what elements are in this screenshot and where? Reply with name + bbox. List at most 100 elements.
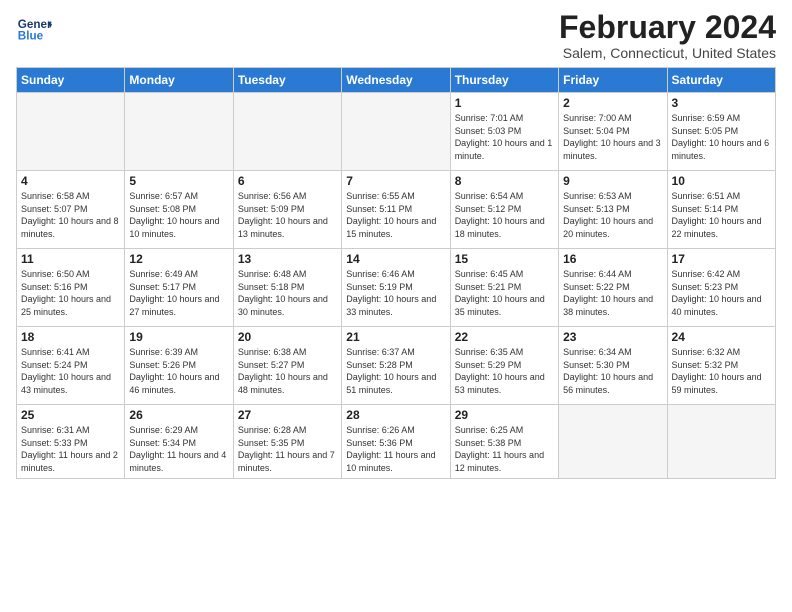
day-info: Sunrise: 6:41 AM Sunset: 5:24 PM Dayligh… <box>21 346 120 396</box>
table-row <box>17 93 125 171</box>
table-row: 28 Sunrise: 6:26 AM Sunset: 5:36 PM Dayli… <box>342 405 450 478</box>
header-friday: Friday <box>559 68 667 93</box>
weekday-header-row: Sunday Monday Tuesday Wednesday Thursday… <box>17 68 776 93</box>
day-info: Sunrise: 6:39 AM Sunset: 5:26 PM Dayligh… <box>129 346 228 396</box>
day-info: Sunrise: 6:55 AM Sunset: 5:11 PM Dayligh… <box>346 190 445 240</box>
table-row: 20 Sunrise: 6:38 AM Sunset: 5:27 PM Dayli… <box>233 327 341 405</box>
day-info: Sunrise: 6:26 AM Sunset: 5:36 PM Dayligh… <box>346 424 445 474</box>
day-info: Sunrise: 7:01 AM Sunset: 5:03 PM Dayligh… <box>455 112 554 162</box>
table-row: 22Sunrise: 6:35 AM Sunset: 5:29 PM Dayli… <box>450 327 558 405</box>
day-number: 16 <box>563 252 662 266</box>
day-number: 23 <box>563 330 662 344</box>
day-number: 25 <box>21 408 120 422</box>
table-row <box>342 93 450 171</box>
table-row: 19 Sunrise: 6:39 AM Sunset: 5:26 PM Dayli… <box>125 327 233 405</box>
day-info: Sunrise: 6:34 AM Sunset: 5:30 PM Dayligh… <box>563 346 662 396</box>
table-row: 29 Sunrise: 6:25 AM Sunset: 5:38 PM Dayli… <box>450 405 558 478</box>
table-row: 7 Sunrise: 6:55 AM Sunset: 5:11 PM Daylig… <box>342 171 450 249</box>
table-row: 8Sunrise: 6:54 AM Sunset: 5:12 PM Daylig… <box>450 171 558 249</box>
day-number: 2 <box>563 96 662 110</box>
day-info: Sunrise: 6:42 AM Sunset: 5:23 PM Dayligh… <box>672 268 771 318</box>
day-info: Sunrise: 7:00 AM Sunset: 5:04 PM Dayligh… <box>563 112 662 162</box>
table-row: 9 Sunrise: 6:53 AM Sunset: 5:13 PM Daylig… <box>559 171 667 249</box>
day-info: Sunrise: 6:46 AM Sunset: 5:19 PM Dayligh… <box>346 268 445 318</box>
day-number: 26 <box>129 408 228 422</box>
header-saturday: Saturday <box>667 68 775 93</box>
table-row: 3 Sunrise: 6:59 AM Sunset: 5:05 PM Daylig… <box>667 93 775 171</box>
day-info: Sunrise: 6:32 AM Sunset: 5:32 PM Dayligh… <box>672 346 771 396</box>
day-number: 14 <box>346 252 445 266</box>
day-number: 6 <box>238 174 337 188</box>
day-number: 7 <box>346 174 445 188</box>
day-info: Sunrise: 6:57 AM Sunset: 5:08 PM Dayligh… <box>129 190 228 240</box>
day-number: 13 <box>238 252 337 266</box>
header-wednesday: Wednesday <box>342 68 450 93</box>
calendar-table: Sunday Monday Tuesday Wednesday Thursday… <box>16 67 776 478</box>
table-row: 23 Sunrise: 6:34 AM Sunset: 5:30 PM Dayli… <box>559 327 667 405</box>
table-row <box>559 405 667 478</box>
page: General Blue February 2024 Salem, Connec… <box>0 0 792 612</box>
table-row: 21 Sunrise: 6:37 AM Sunset: 5:28 PM Dayli… <box>342 327 450 405</box>
header-monday: Monday <box>125 68 233 93</box>
table-row: 13 Sunrise: 6:48 AM Sunset: 5:18 PM Dayli… <box>233 249 341 327</box>
table-row: 25 Sunrise: 6:31 AM Sunset: 5:33 PM Dayli… <box>17 405 125 478</box>
day-info: Sunrise: 6:53 AM Sunset: 5:13 PM Dayligh… <box>563 190 662 240</box>
table-row: 1 Sunrise: 7:01 AM Sunset: 5:03 PM Daylig… <box>450 93 558 171</box>
day-info: Sunrise: 6:29 AM Sunset: 5:34 PM Dayligh… <box>129 424 228 474</box>
day-number: 3 <box>672 96 771 110</box>
table-row: 10Sunrise: 6:51 AM Sunset: 5:14 PM Dayli… <box>667 171 775 249</box>
day-number: 24 <box>672 330 771 344</box>
day-info: Sunrise: 6:59 AM Sunset: 5:05 PM Dayligh… <box>672 112 771 162</box>
table-row <box>667 405 775 478</box>
header-sunday: Sunday <box>17 68 125 93</box>
table-row: 16 Sunrise: 6:44 AM Sunset: 5:22 PM Dayli… <box>559 249 667 327</box>
day-number: 11 <box>21 252 120 266</box>
day-info: Sunrise: 6:35 AM Sunset: 5:29 PM Dayligh… <box>455 346 554 396</box>
table-row: 4 Sunrise: 6:58 AM Sunset: 5:07 PM Daylig… <box>17 171 125 249</box>
day-number: 1 <box>455 96 554 110</box>
table-row: 17 Sunrise: 6:42 AM Sunset: 5:23 PM Dayli… <box>667 249 775 327</box>
day-info: Sunrise: 6:25 AM Sunset: 5:38 PM Dayligh… <box>455 424 554 474</box>
day-info: Sunrise: 6:56 AM Sunset: 5:09 PM Dayligh… <box>238 190 337 240</box>
day-number: 27 <box>238 408 337 422</box>
day-number: 19 <box>129 330 228 344</box>
location: Salem, Connecticut, United States <box>559 45 776 61</box>
day-number: 5 <box>129 174 228 188</box>
table-row: 26 Sunrise: 6:29 AM Sunset: 5:34 PM Dayli… <box>125 405 233 478</box>
day-number: 12 <box>129 252 228 266</box>
table-row: 11 Sunrise: 6:50 AM Sunset: 5:16 PM Dayli… <box>17 249 125 327</box>
table-row: 5 Sunrise: 6:57 AM Sunset: 5:08 PM Daylig… <box>125 171 233 249</box>
header-thursday: Thursday <box>450 68 558 93</box>
day-number: 9 <box>563 174 662 188</box>
day-info: Sunrise: 6:48 AM Sunset: 5:18 PM Dayligh… <box>238 268 337 318</box>
table-row <box>233 93 341 171</box>
table-row: 12 Sunrise: 6:49 AM Sunset: 5:17 PM Dayli… <box>125 249 233 327</box>
day-info: Sunrise: 6:58 AM Sunset: 5:07 PM Dayligh… <box>21 190 120 240</box>
day-number: 15 <box>455 252 554 266</box>
day-number: 29 <box>455 408 554 422</box>
day-number: 28 <box>346 408 445 422</box>
table-row: 2 Sunrise: 7:00 AM Sunset: 5:04 PM Daylig… <box>559 93 667 171</box>
day-info: Sunrise: 6:38 AM Sunset: 5:27 PM Dayligh… <box>238 346 337 396</box>
day-info: Sunrise: 6:44 AM Sunset: 5:22 PM Dayligh… <box>563 268 662 318</box>
svg-text:Blue: Blue <box>18 30 44 43</box>
day-info: Sunrise: 6:45 AM Sunset: 5:21 PM Dayligh… <box>455 268 554 318</box>
day-info: Sunrise: 6:28 AM Sunset: 5:35 PM Dayligh… <box>238 424 337 474</box>
table-row: 18 Sunrise: 6:41 AM Sunset: 5:24 PM Dayli… <box>17 327 125 405</box>
day-info: Sunrise: 6:37 AM Sunset: 5:28 PM Dayligh… <box>346 346 445 396</box>
day-number: 8 <box>455 174 554 188</box>
day-info: Sunrise: 6:31 AM Sunset: 5:33 PM Dayligh… <box>21 424 120 474</box>
day-number: 20 <box>238 330 337 344</box>
logo: General Blue <box>16 10 56 46</box>
day-number: 21 <box>346 330 445 344</box>
table-row <box>125 93 233 171</box>
day-number: 18 <box>21 330 120 344</box>
day-info: Sunrise: 6:50 AM Sunset: 5:16 PM Dayligh… <box>21 268 120 318</box>
day-number: 17 <box>672 252 771 266</box>
day-info: Sunrise: 6:49 AM Sunset: 5:17 PM Dayligh… <box>129 268 228 318</box>
table-row: 6 Sunrise: 6:56 AM Sunset: 5:09 PM Daylig… <box>233 171 341 249</box>
header-tuesday: Tuesday <box>233 68 341 93</box>
day-info: Sunrise: 6:51 AM Sunset: 5:14 PM Dayligh… <box>672 190 771 240</box>
day-number: 4 <box>21 174 120 188</box>
table-row: 15 Sunrise: 6:45 AM Sunset: 5:21 PM Dayli… <box>450 249 558 327</box>
